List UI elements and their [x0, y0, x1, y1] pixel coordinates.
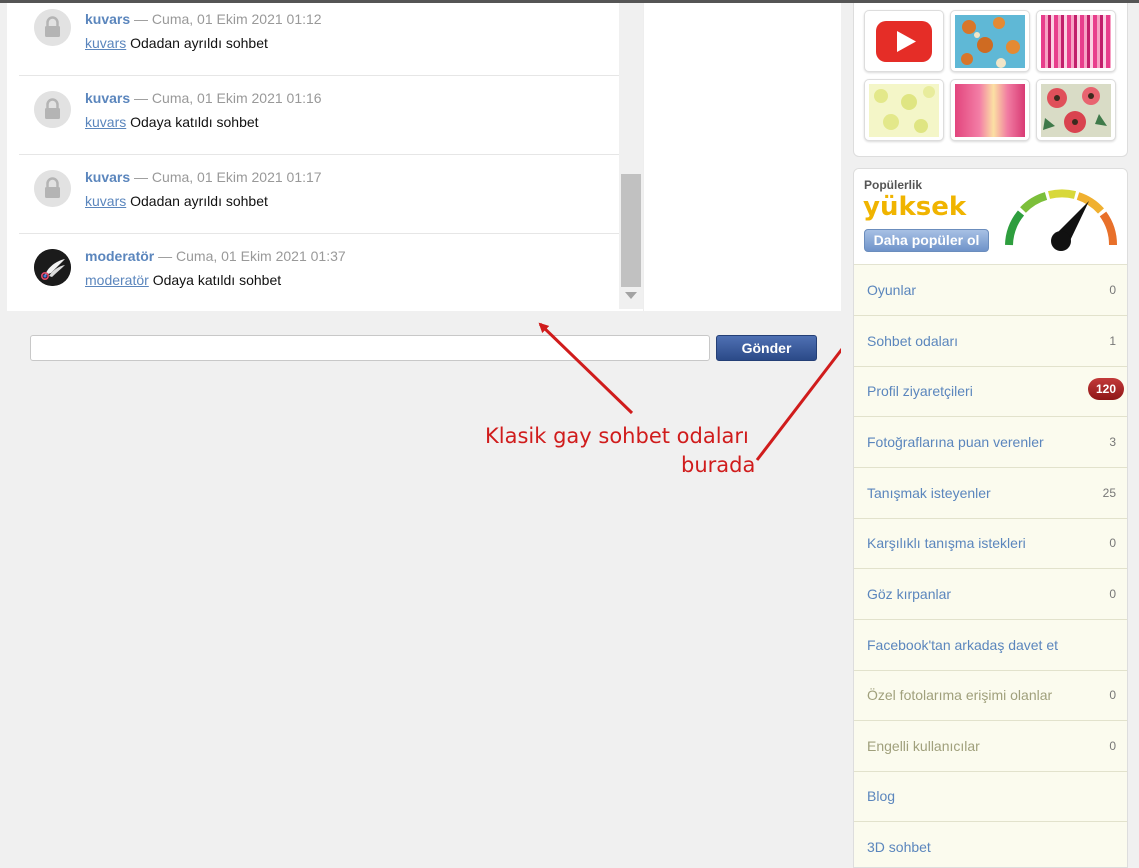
menu-item-label: Fotoğraflarına puan verenler: [867, 434, 1044, 450]
menu-item-label: Karşılıklı tanışma istekleri: [867, 535, 1026, 551]
menu-item-photo-raters[interactable]: Fotoğraflarına puan verenler 3: [854, 417, 1127, 468]
menu-item-want-to-meet[interactable]: Tanışmak isteyenler 25: [854, 468, 1127, 519]
menu-item-facebook-invite[interactable]: Facebook'tan arkadaş davet et: [854, 620, 1127, 671]
menu-item-label: Sohbet odaları: [867, 333, 959, 349]
popularity-label: Popülerlik: [864, 178, 923, 192]
menu-item-count: 0: [1109, 688, 1116, 702]
youtube-icon[interactable]: [864, 10, 944, 72]
menu-item-count: 0: [1109, 536, 1116, 550]
menu-item-label: Profil ziyaretçileri: [867, 383, 973, 399]
annotation-line-1: Klasik gay sohbet odaları: [485, 424, 749, 448]
pattern-monkeys-thumbnail[interactable]: [950, 10, 1030, 72]
menu-item-label: Tanışmak isteyenler: [867, 485, 991, 501]
visitor-count-badge: 120: [1087, 378, 1124, 400]
menu-item-label: Facebook'tan arkadaş davet et: [867, 637, 1059, 653]
become-popular-button[interactable]: Daha popüler ol: [864, 229, 989, 252]
menu-item-games[interactable]: Oyunlar 0: [854, 265, 1127, 316]
pattern-pink-stripes-thumbnail[interactable]: [1036, 10, 1116, 72]
popularity-header: Popülerlik yüksek Daha popüler ol: [854, 169, 1127, 265]
menu-item-private-photo-access[interactable]: Özel fotolarıma erişimi olanlar 0: [854, 670, 1127, 721]
pattern-red-flowers-thumbnail[interactable]: [1036, 79, 1116, 141]
menu-item-label: Oyunlar: [867, 282, 917, 298]
menu-item-label: Blog: [867, 788, 896, 804]
menu-item-3d-chat[interactable]: 3D sohbet: [854, 822, 1127, 867]
menu-item-count: 0: [1109, 739, 1116, 753]
pattern-yellow-flowers-thumbnail[interactable]: [864, 79, 944, 141]
menu-item-profile-visitors[interactable]: Profil ziyaretçileri 120: [854, 366, 1127, 417]
menu-item-blocked-users[interactable]: Engelli kullanıcılar 0: [854, 721, 1127, 772]
menu-item-label: 3D sohbet: [867, 839, 931, 855]
menu-item-blog[interactable]: Blog: [854, 771, 1127, 822]
menu-item-chat-rooms[interactable]: Sohbet odaları 1: [854, 316, 1127, 367]
popularity-gauge-icon: [1005, 189, 1118, 251]
theme-gallery: [853, 3, 1128, 157]
menu-item-count: 0: [1109, 587, 1116, 601]
menu-item-mutual-requests[interactable]: Karşılıklı tanışma istekleri 0: [854, 518, 1127, 569]
menu-item-winks[interactable]: Göz kırpanlar 0: [854, 569, 1127, 620]
menu-item-label: Engelli kullanıcılar: [867, 738, 980, 754]
pattern-pink-gradient-thumbnail[interactable]: [950, 79, 1030, 141]
annotation-line-2: burada: [681, 453, 756, 477]
menu-item-count: 25: [1102, 486, 1116, 500]
menu-item-count: 3: [1109, 435, 1116, 449]
menu-item-count: 1: [1109, 334, 1116, 348]
popularity-panel: Popülerlik yüksek Daha popüler ol Oyunla…: [853, 168, 1128, 868]
menu-item-label: Özel fotolarıma erişimi olanlar: [867, 687, 1053, 703]
menu-item-label: Göz kırpanlar: [867, 586, 952, 602]
popularity-level: yüksek: [863, 192, 967, 222]
menu-item-count: 0: [1109, 283, 1116, 297]
